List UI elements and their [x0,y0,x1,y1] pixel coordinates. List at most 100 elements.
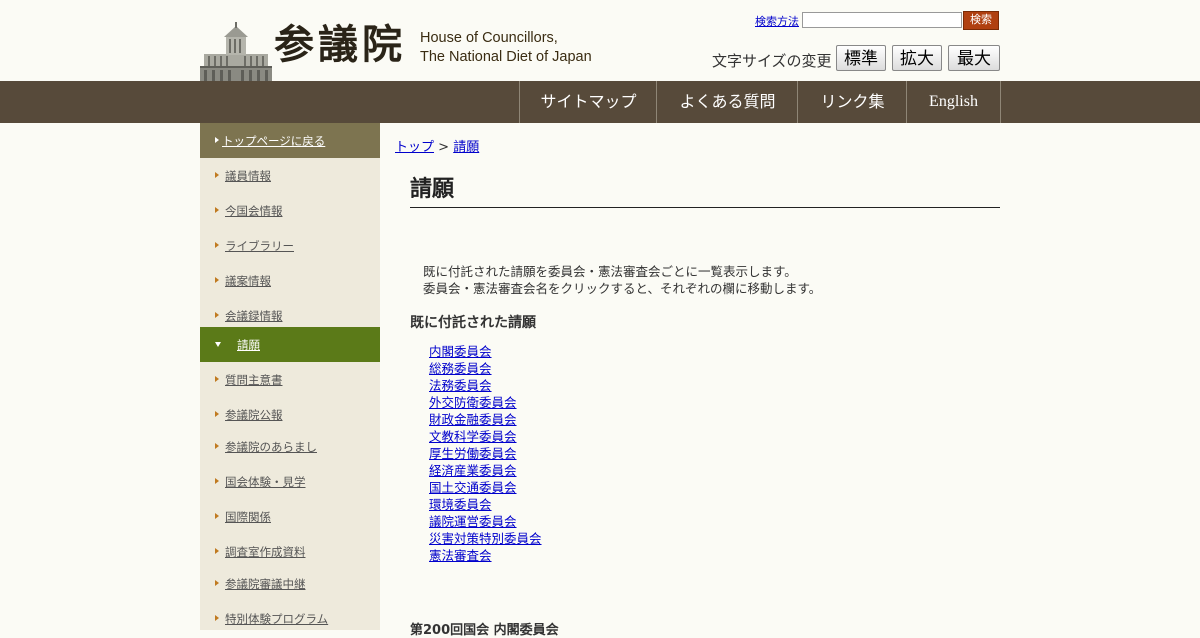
committee-section-heading: 第200回国会 内閣委員会 [410,623,559,638]
sidebar-item-label: ライブラリー [225,239,294,253]
list-item: 災害対策特別委員会 [429,530,542,547]
breadcrumb-current-link[interactable]: 請願 [453,140,479,155]
sidebar-item-bulletin[interactable]: 参議院公報 [200,404,380,426]
sidebar-item-label: 特別体験プログラム [225,612,329,626]
arrow-right-icon [215,277,219,283]
committee-link[interactable]: 外交防衛委員会 [429,395,517,410]
committee-link[interactable]: 憲法審査会 [429,548,492,563]
arrow-right-icon [215,615,219,621]
list-item: 議院運営委員会 [429,513,542,530]
committee-link[interactable]: 議院運営委員会 [429,514,517,529]
site-logo-english-line1: House of Councillors, [420,30,558,46]
committee-link[interactable]: 文教科学委員会 [429,429,517,444]
site-logo-english-line2: The National Diet of Japan [420,49,592,65]
sidebar-item-tours[interactable]: 国会体験・見学 [200,471,380,493]
sidebar-item-overview[interactable]: 参議院のあらまし [200,436,380,458]
committee-link[interactable]: 環境委員会 [429,497,492,512]
nav-faq[interactable]: よくある質問 [656,81,798,123]
sidebar-item-label: 参議院審議中継 [225,577,306,591]
arrow-right-icon [215,513,219,519]
arrow-right-icon [215,478,219,484]
committee-link[interactable]: 厚生労働委員会 [429,446,517,461]
intro-line: 既に付託された請願を委員会・憲法審査会ごとに一覧表示します。 [423,264,797,279]
arrow-down-icon [215,342,221,347]
list-item: 厚生労働委員会 [429,445,542,462]
section-heading: 既に付託された請願 [410,315,536,331]
arrow-right-icon [215,443,219,449]
sidebar-item-international[interactable]: 国際関係 [200,506,380,528]
nav-links[interactable]: リンク集 [797,81,907,123]
nav-sitemap[interactable]: サイトマップ [519,81,657,123]
search-button[interactable]: 検索 [963,11,999,30]
sidebar-item-special-program[interactable]: 特別体験プログラム [200,608,380,630]
font-size-large-button[interactable]: 拡大 [892,45,942,71]
sidebar-item-label: 国会体験・見学 [225,475,306,489]
nav-english[interactable]: English [906,81,1001,123]
committee-link[interactable]: 法務委員会 [429,378,492,393]
sidebar-item-label: 議員情報 [225,169,271,183]
sidebar-item-members[interactable]: 議員情報 [200,165,380,187]
global-nav: サイトマップ よくある質問 リンク集 English [0,81,1200,123]
committee-link[interactable]: 経済産業委員会 [429,463,517,478]
sidebar-item-questions[interactable]: 質問主意書 [200,369,380,391]
sidebar-item-live[interactable]: 参議院審議中継 [200,573,380,595]
font-size-label: 文字サイズの変更 [712,52,832,70]
sidebar-item-label: トップページに戻る [222,134,326,148]
list-item: 文教科学委員会 [429,428,542,445]
sidebar-item-label: 質問主意書 [225,373,283,387]
sidebar-item-label: 今国会情報 [225,204,283,218]
breadcrumb-separator: > [438,140,450,155]
committee-list: 内閣委員会 総務委員会 法務委員会 外交防衛委員会 財政金融委員会 文教科学委員… [429,343,542,564]
sidebar-item-current-session[interactable]: 今国会情報 [200,200,380,222]
site-header: 参議院 House of Councillors, The National D… [0,0,1200,81]
search-input[interactable] [802,12,962,28]
sidebar-item-label: 参議院公報 [225,408,283,422]
intro-line: 委員会・憲法審査会名をクリックすると、それぞれの欄に移動します。 [423,281,822,296]
list-item: 環境委員会 [429,496,542,513]
list-item: 内閣委員会 [429,343,542,360]
list-item: 国土交通委員会 [429,479,542,496]
diet-building-logo-icon[interactable] [200,22,272,81]
site-logo-english[interactable]: House of Councillors, The National Diet … [420,29,592,67]
list-item: 法務委員会 [429,377,542,394]
arrow-right-icon [215,312,219,318]
arrow-right-icon [215,207,219,213]
intro-text: 既に付託された請願を委員会・憲法審査会ごとに一覧表示します。 委員会・憲法審査会… [423,263,821,297]
sidebar-item-label: 調査室作成資料 [225,545,306,559]
breadcrumb-top-link[interactable]: トップ [395,140,434,155]
arrow-right-icon [215,548,219,554]
list-item: 財政金融委員会 [429,411,542,428]
arrow-right-icon [215,580,219,586]
arrow-right-icon [215,242,219,248]
committee-link[interactable]: 財政金融委員会 [429,412,517,427]
sidebar: トップページに戻る 議員情報 今国会情報 ライブラリー 議案情報 会議録情報 請… [200,123,380,630]
sidebar-item-home[interactable]: トップページに戻る [200,123,380,158]
page-title: 請願 [410,174,1000,208]
sidebar-item-label: 国際関係 [225,510,271,524]
sidebar-item-bills[interactable]: 議案情報 [200,270,380,292]
sidebar-item-research[interactable]: 調査室作成資料 [200,541,380,563]
list-item: 経済産業委員会 [429,462,542,479]
list-item: 憲法審査会 [429,547,542,564]
sidebar-item-library[interactable]: ライブラリー [200,235,380,257]
search-help-link[interactable]: 検索方法 [755,13,799,29]
arrow-right-icon [215,376,219,382]
list-item: 総務委員会 [429,360,542,377]
sidebar-item-label: 請願 [237,338,260,352]
committee-link[interactable]: 災害対策特別委員会 [429,531,542,546]
arrow-right-icon [215,172,219,178]
sidebar-item-label: 議案情報 [225,274,271,288]
font-size-max-button[interactable]: 最大 [948,45,1000,71]
sidebar-item-minutes[interactable]: 会議録情報 [200,305,380,327]
font-size-standard-button[interactable]: 標準 [836,45,886,71]
committee-link[interactable]: 内閣委員会 [429,344,492,359]
committee-link[interactable]: 国土交通委員会 [429,480,517,495]
committee-link[interactable]: 総務委員会 [429,361,492,376]
site-logo-kanji[interactable]: 参議院 [274,20,406,70]
sidebar-item-petitions[interactable]: 請願 [200,327,380,362]
sidebar-item-label: 会議録情報 [225,309,283,323]
list-item: 外交防衛委員会 [429,394,542,411]
arrow-right-icon [215,411,219,417]
arrow-right-icon [215,137,219,143]
breadcrumb: トップ > 請願 [395,136,479,155]
